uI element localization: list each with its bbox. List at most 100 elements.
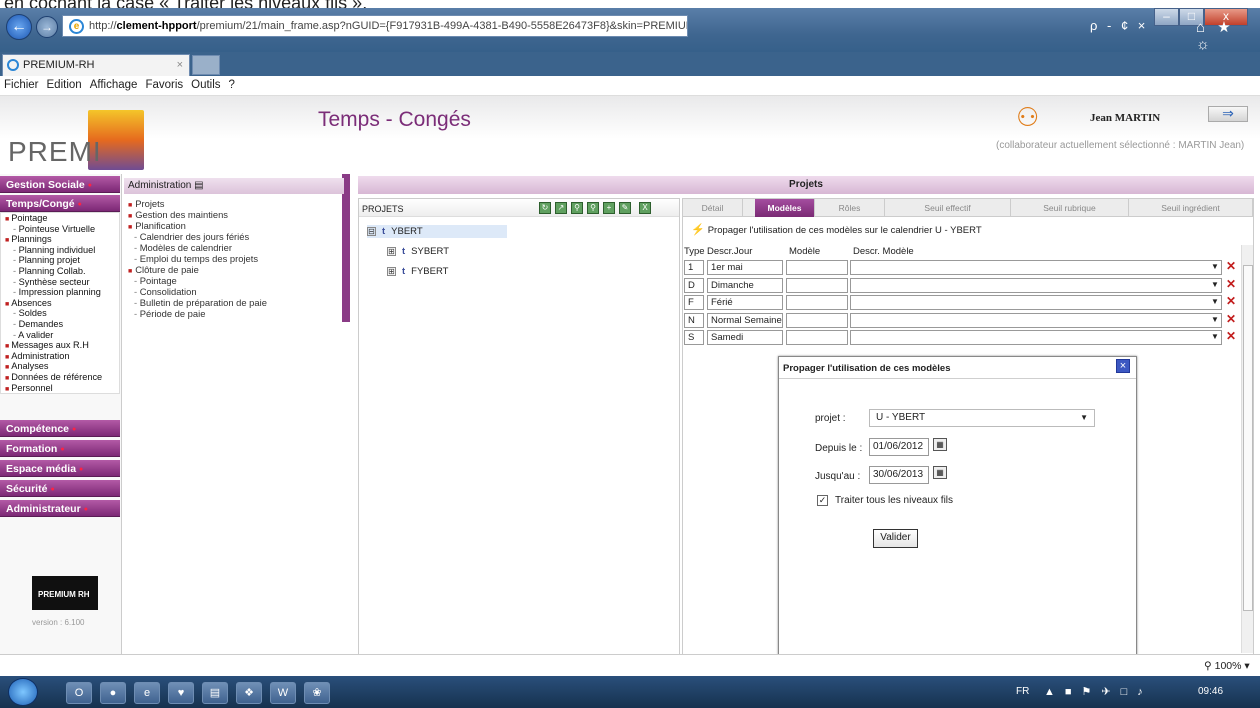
add-icon[interactable]: +	[603, 202, 615, 214]
app-taskbar-icon[interactable]: ♥	[168, 682, 194, 704]
menu-fichier[interactable]: Fichier	[4, 79, 39, 91]
zoom-level[interactable]: ⚲ 100% ▾	[1204, 660, 1250, 672]
dropdown-arrow-icon[interactable]: ▼	[1211, 315, 1219, 324]
tab-seuil-rubrique[interactable]: Seuil rubrique	[1011, 199, 1129, 217]
expand-icon[interactable]: ⊞	[387, 247, 396, 256]
modele-input[interactable]	[786, 330, 848, 346]
vertical-scrollbar[interactable]	[1241, 245, 1253, 653]
modele-input[interactable]	[786, 295, 848, 311]
nav-item[interactable]: Administration	[1, 351, 119, 362]
descr-cell[interactable]: Férié	[707, 295, 783, 311]
nav-item[interactable]: Planning projet	[1, 255, 119, 266]
menu-affichage[interactable]: Affichage	[90, 79, 138, 91]
delete-icon[interactable]: ✕	[1226, 312, 1236, 326]
propagate-link[interactable]: ⚡ Propager l'utilisation de ces modèles s…	[691, 223, 982, 236]
zoom-icon[interactable]: ⚲	[587, 202, 599, 214]
delete-icon[interactable]: ✕	[1226, 295, 1236, 308]
export-icon[interactable]: ↗	[555, 202, 567, 214]
tree-node-sybert[interactable]: ⊞ t SYBERT	[387, 246, 449, 257]
dropdown-arrow-icon[interactable]: ▼	[1211, 280, 1219, 289]
module-gestion-sociale[interactable]: Gestion Sociale	[0, 176, 120, 193]
nav-item[interactable]: Planning Collab.	[1, 266, 119, 277]
outlook-taskbar-icon[interactable]: O	[66, 682, 92, 704]
process-children-checkbox[interactable]: ✓	[817, 495, 828, 506]
tree-node-fybert[interactable]: ⊞ t FYBERT	[387, 266, 448, 277]
descr-modele-select[interactable]	[850, 312, 1222, 328]
forward-button[interactable]: →	[36, 16, 58, 38]
chrome-taskbar-icon[interactable]: ●	[100, 682, 126, 704]
descr-modele-select[interactable]	[850, 295, 1222, 311]
type-cell[interactable]: D	[684, 277, 704, 293]
dropdown-arrow-icon[interactable]: ▼	[1211, 262, 1219, 271]
refresh-icon[interactable]: ↻	[539, 202, 551, 214]
submenu-item[interactable]: Calendrier des jours fériés	[134, 231, 249, 242]
tab-detail[interactable]: Détail	[683, 199, 743, 217]
scrollbar-thumb[interactable]	[1243, 265, 1253, 611]
tab-roles[interactable]: Rôles	[815, 199, 885, 217]
menu-outils[interactable]: Outils	[191, 79, 220, 91]
search-icon[interactable]: ⚲	[571, 202, 583, 214]
browser-tab[interactable]: PREMIUM-RH ×	[2, 54, 190, 76]
tree-node-ybert[interactable]: ⊟ t YBERT	[367, 225, 507, 238]
project-select[interactable]: U - YBERT ▼	[869, 409, 1095, 427]
module-competence[interactable]: Compétence	[0, 420, 120, 437]
tab-seuil-ingredient[interactable]: Seuil ingrédient	[1129, 199, 1253, 217]
from-date-input[interactable]: 01/06/2012	[869, 438, 929, 456]
descr-cell[interactable]: Samedi	[707, 330, 783, 346]
type-cell[interactable]: S	[684, 330, 704, 346]
module-administrateur[interactable]: Administrateur	[0, 500, 120, 517]
modele-input[interactable]	[786, 312, 848, 328]
dialog-close-button[interactable]: ×	[1116, 359, 1130, 373]
submenu-item[interactable]: Modèles de calendrier	[134, 242, 232, 253]
menu-edition[interactable]: Edition	[47, 79, 82, 91]
nav-item[interactable]: Planning individuel	[1, 245, 119, 256]
back-button[interactable]: ←	[6, 14, 32, 40]
descr-modele-select[interactable]	[850, 330, 1222, 346]
new-tab-button[interactable]	[192, 55, 220, 75]
calendar-icon[interactable]: ▦	[933, 466, 947, 479]
collapse-icon[interactable]: ⊟	[367, 227, 376, 236]
delete-icon[interactable]: ✕	[1226, 330, 1236, 343]
type-cell[interactable]: 1	[684, 260, 704, 275]
start-button[interactable]	[8, 678, 38, 706]
modele-input[interactable]	[786, 277, 848, 293]
nav-item[interactable]: Pointage	[1, 213, 119, 224]
edit-icon[interactable]: ✎	[619, 202, 631, 214]
excel-icon[interactable]: X	[639, 202, 651, 214]
module-securite[interactable]: Sécurité	[0, 480, 120, 497]
submenu-item[interactable]: Emploi du temps des projets	[134, 253, 258, 264]
ie-taskbar-icon[interactable]: e	[134, 682, 160, 704]
nav-item[interactable]: A valider	[1, 330, 119, 341]
word-taskbar-icon[interactable]: W	[270, 682, 296, 704]
type-cell[interactable]: F	[684, 295, 704, 311]
descr-modele-select[interactable]	[850, 260, 1222, 275]
language-indicator[interactable]: FR	[1016, 686, 1029, 697]
nav-item[interactable]: Plannings	[1, 234, 119, 245]
explorer-taskbar-icon[interactable]: ▤	[202, 682, 228, 704]
paint-taskbar-icon[interactable]: ❀	[304, 682, 330, 704]
submenu-item[interactable]: Consolidation	[134, 286, 197, 297]
address-actions[interactable]: ρ - ¢ ×	[1090, 18, 1148, 33]
delete-icon[interactable]: ✕	[1226, 260, 1236, 273]
nav-item[interactable]: Demandes	[1, 319, 119, 330]
descr-cell[interactable]: 1er mai	[707, 260, 783, 275]
descr-cell[interactable]: Dimanche	[707, 277, 783, 293]
minimize-button[interactable]: –	[1154, 8, 1179, 26]
tool-taskbar-icon[interactable]: ❖	[236, 682, 262, 704]
calendar-icon[interactable]: ▦	[933, 438, 947, 451]
nav-item[interactable]: Synthèse secteur	[1, 277, 119, 288]
logout-button[interactable]: ⇒	[1208, 106, 1248, 122]
expand-icon[interactable]: ⊞	[387, 267, 396, 276]
submenu-item[interactable]: Bulletin de préparation de paie	[134, 297, 267, 308]
nav-item[interactable]: Absences	[1, 298, 119, 309]
tab-seuil-effectif[interactable]: Seuil effectif	[885, 199, 1011, 217]
module-espace-media[interactable]: Espace média	[0, 460, 120, 477]
menu-favoris[interactable]: Favoris	[145, 79, 183, 91]
modele-input[interactable]	[786, 260, 848, 275]
tab-close-icon[interactable]: ×	[177, 59, 183, 71]
submenu-item[interactable]: Pointage	[134, 275, 177, 286]
nav-item[interactable]: Données de référence	[1, 372, 119, 383]
nav-item[interactable]: Pointeuse Virtuelle	[1, 224, 119, 235]
nav-item[interactable]: Soldes	[1, 308, 119, 319]
valider-button[interactable]: Valider	[873, 529, 918, 548]
